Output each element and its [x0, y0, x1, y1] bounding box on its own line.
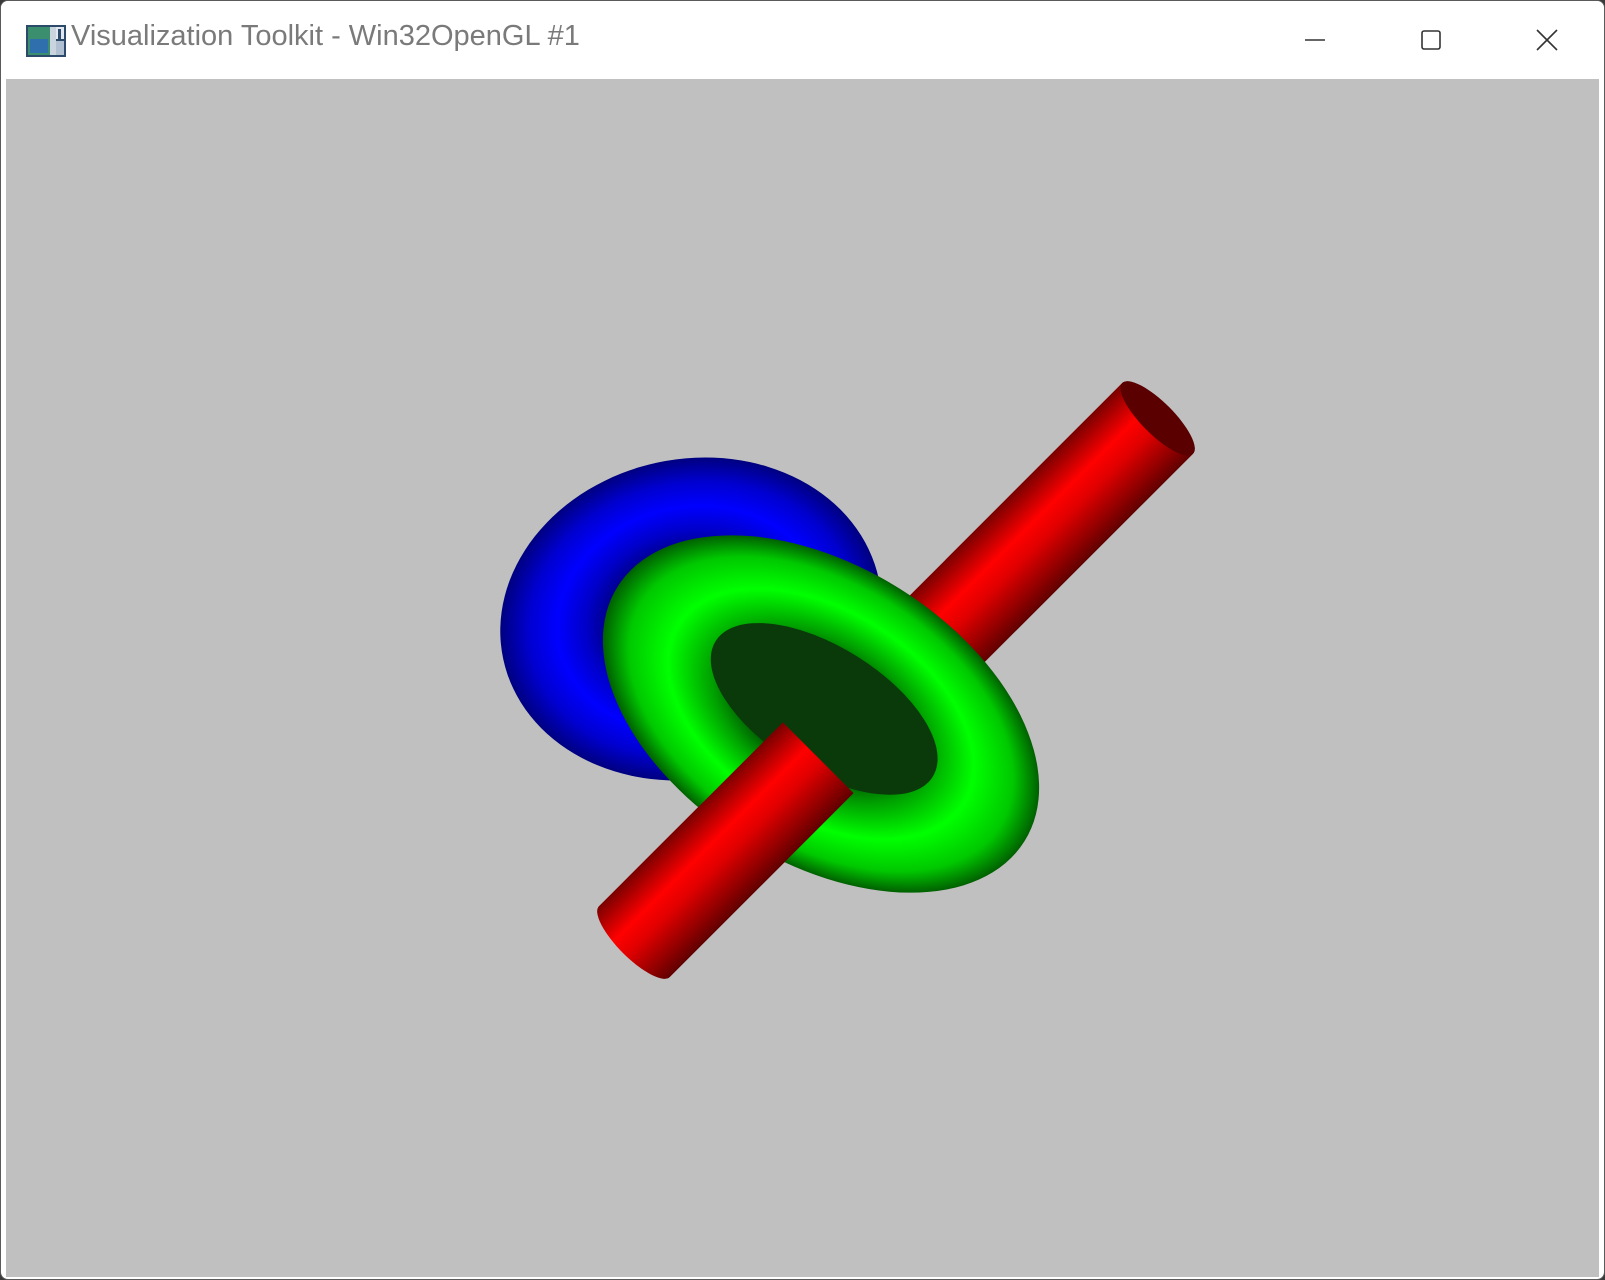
render-viewport[interactable] — [6, 79, 1599, 1277]
maximize-icon — [1421, 30, 1441, 50]
minimize-icon — [1305, 39, 1325, 41]
title-bar[interactable]: Visualization Toolkit - Win32OpenGL #1 — [1, 1, 1604, 79]
close-icon — [1536, 29, 1558, 51]
app-window: Visualization Toolkit - Win32OpenGL #1 — [0, 0, 1605, 1280]
maximize-button[interactable] — [1373, 1, 1489, 79]
close-button[interactable] — [1489, 1, 1604, 79]
3d-scene — [500, 381, 1195, 979]
minimize-button[interactable] — [1257, 1, 1373, 79]
window-title: Visualization Toolkit - Win32OpenGL #1 — [71, 20, 580, 52]
vtk-app-icon — [26, 25, 66, 57]
